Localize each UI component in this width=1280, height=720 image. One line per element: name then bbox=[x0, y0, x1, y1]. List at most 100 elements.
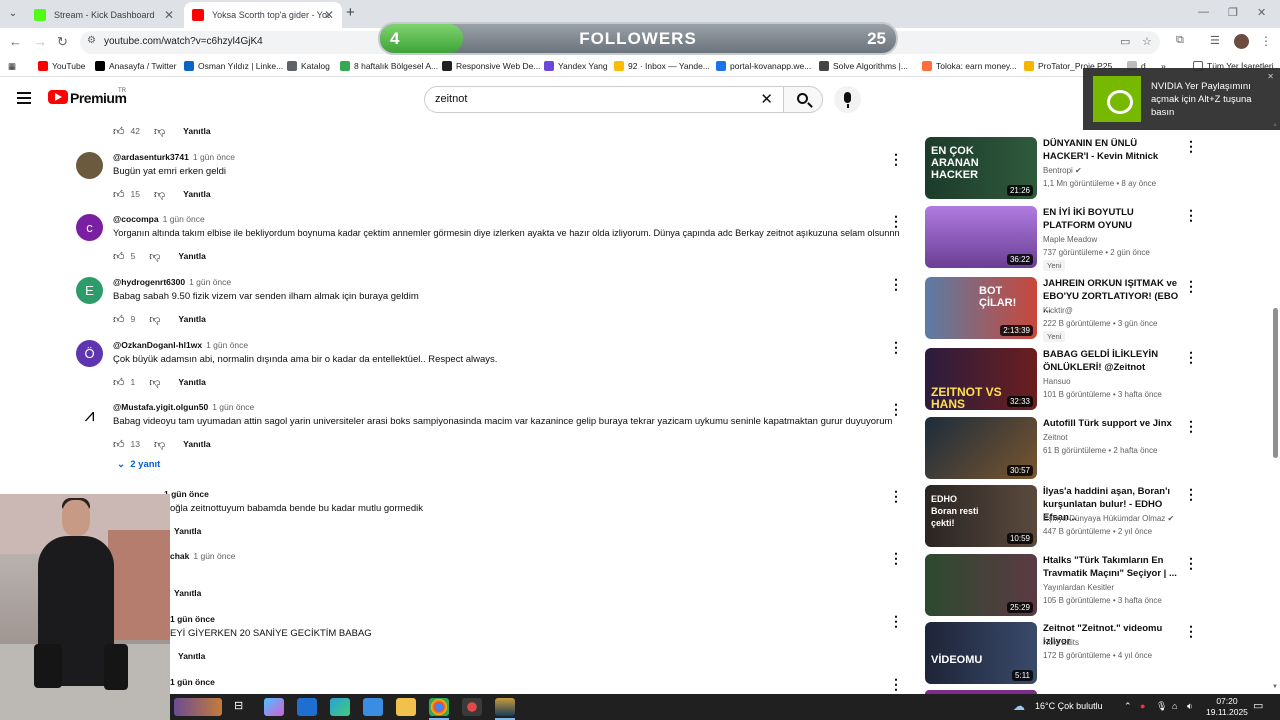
video-menu-icon[interactable]: ⋮ bbox=[1184, 487, 1198, 501]
search-button[interactable] bbox=[783, 86, 823, 113]
comment-menu-icon[interactable]: ⋮ bbox=[889, 277, 903, 291]
comment-menu-icon[interactable]: ⋮ bbox=[889, 402, 903, 416]
video-menu-icon[interactable]: ⋮ bbox=[1184, 350, 1198, 364]
apps-icon[interactable]: ▦ bbox=[8, 61, 16, 72]
avatar[interactable] bbox=[76, 152, 103, 179]
obs-icon[interactable] bbox=[462, 698, 482, 716]
chrome-icon[interactable] bbox=[429, 698, 449, 716]
weather-text[interactable]: 16°C Çok bulutlu bbox=[1035, 701, 1103, 711]
bookmark-item[interactable]: Yandex Yang bbox=[544, 61, 608, 71]
channel-name[interactable]: Yayınlardan Kesitler bbox=[1043, 583, 1114, 592]
dislike-icon[interactable]: 👎︎ bbox=[154, 438, 165, 451]
comment-menu-icon[interactable]: ⋮ bbox=[889, 551, 903, 565]
microphone-icon[interactable]: 🎙︎ bbox=[1156, 701, 1167, 712]
clear-search-icon[interactable]: ✕ bbox=[760, 90, 773, 108]
video-thumbnail[interactable]: ZEITNOT VS HANS 32:33 bbox=[925, 348, 1037, 410]
comment-menu-icon[interactable]: ⋮ bbox=[889, 340, 903, 354]
notifications-icon[interactable]: ▭ bbox=[1253, 699, 1263, 712]
channel-name[interactable]: Bentropi ✔ bbox=[1043, 166, 1082, 175]
recording-icon[interactable]: ● bbox=[1140, 701, 1145, 711]
close-icon[interactable]: ✕ bbox=[324, 8, 334, 22]
bookmark-item[interactable]: Katalog bbox=[287, 61, 330, 71]
video-thumbnail[interactable]: BOT ÇİLAR! 2:13:39 bbox=[925, 277, 1037, 339]
reply-button[interactable]: Yanıtla bbox=[174, 588, 201, 598]
reply-button[interactable]: Yanıtla bbox=[183, 126, 210, 136]
comment-author[interactable]: chak 1 gün önce bbox=[170, 551, 235, 561]
recommended-video[interactable]: VİDEOMU 5:11 Zeitnot "Zeitnot." videomu … bbox=[925, 622, 1198, 684]
video-menu-icon[interactable]: ⋮ bbox=[1184, 139, 1198, 153]
channel-name[interactable]: Eşkıya Dünyaya Hükümdar Olmaz ✔ bbox=[1043, 514, 1174, 523]
bookmark-item[interactable]: YouTube bbox=[38, 61, 85, 71]
widgets-icon[interactable] bbox=[174, 698, 222, 716]
close-icon[interactable]: ✕ bbox=[1267, 72, 1274, 81]
bookmark-item[interactable]: 92 · Inbox — Yande... bbox=[614, 61, 710, 71]
nvidia-overlay-toast[interactable]: NVIDIA Yer Paylaşımını açmak için Alt+Z … bbox=[1083, 68, 1280, 130]
reply-button[interactable]: Yanıtla bbox=[178, 651, 205, 661]
new-tab-button[interactable]: + bbox=[346, 4, 355, 21]
video-menu-icon[interactable]: ⋮ bbox=[1184, 624, 1198, 638]
video-title[interactable]: Autofill Türk support ve Jinx bbox=[1043, 417, 1181, 430]
dislike-icon[interactable]: 👎︎ bbox=[154, 125, 165, 138]
dislike-icon[interactable]: 👎︎ bbox=[149, 313, 160, 326]
video-thumbnail[interactable]: 36:22 bbox=[925, 206, 1037, 268]
recommended-video[interactable]: EDHO Boran resti çekti! 10:59 İlyas'a ha… bbox=[925, 485, 1198, 547]
recommended-video[interactable]: 36:22 EN İYİ İKİ BOYUTLU PLATFORM OYUNU … bbox=[925, 206, 1198, 271]
avatar[interactable]: E bbox=[76, 277, 103, 304]
video-thumbnail[interactable]: EN ÇOK ARANAN HACKER 21:26 bbox=[925, 137, 1037, 199]
video-thumbnail[interactable]: EDHO Boran resti çekti! 10:59 bbox=[925, 485, 1037, 547]
channel-name[interactable]: Noki Edits bbox=[1043, 638, 1079, 647]
volume-icon[interactable]: 🔉︎ bbox=[1187, 701, 1193, 712]
reply-button[interactable]: Yanıtla bbox=[174, 526, 201, 536]
voice-search-icon[interactable] bbox=[834, 86, 861, 113]
tab-kick-dashboard[interactable]: Stream - Kick Dashboard ✕ bbox=[26, 2, 182, 28]
clock[interactable]: 07:20 19.11.2025 bbox=[1206, 696, 1248, 718]
search-box[interactable]: zeitnot ✕ bbox=[424, 86, 784, 113]
install-icon[interactable]: ▭ bbox=[1120, 35, 1130, 48]
bookmark-item[interactable]: portal-kovanapp.we... bbox=[716, 61, 811, 71]
bookmark-item[interactable]: Toloka: earn money... bbox=[922, 61, 1017, 71]
reply-button[interactable]: Yanıtla bbox=[178, 251, 205, 261]
search-input[interactable]: zeitnot bbox=[435, 93, 467, 105]
comment-menu-icon[interactable]: ⋮ bbox=[889, 677, 903, 691]
channel-name[interactable]: Hansuo bbox=[1043, 377, 1071, 386]
file-explorer-icon[interactable] bbox=[396, 698, 416, 716]
recommended-video[interactable]: BOT ÇİLAR! 2:13:39 JAHREIN ORKUN IŞITMAK… bbox=[925, 277, 1198, 342]
bookmark-item[interactable]: 8 haftalık Bölgesel A... bbox=[340, 61, 438, 71]
page-scrollbar[interactable]: ▲ ▼ bbox=[1271, 122, 1280, 694]
task-view-icon[interactable]: ⊟ bbox=[234, 699, 243, 712]
tab-youtube-video[interactable]: Yoksa Scorth top'a gider - YouT ✕ bbox=[184, 2, 342, 28]
video-title[interactable]: BABAG GELDİ İLİKLEYİN ÖNLÜKLERİ! @Zeitno… bbox=[1043, 348, 1181, 374]
comment-author[interactable]: @cocompa 1 gün önce bbox=[113, 214, 205, 224]
profile-avatar[interactable] bbox=[1234, 34, 1249, 49]
browser-menu-icon[interactable]: ⋮ bbox=[1260, 34, 1272, 48]
show-hidden-icons[interactable]: ⌃ bbox=[1124, 701, 1132, 712]
video-title[interactable]: Htalks "Türk Takımların En Travmatik Maç… bbox=[1043, 554, 1181, 580]
like-icon[interactable]: 👍︎ bbox=[113, 125, 125, 138]
outlook-icon[interactable] bbox=[297, 698, 317, 716]
video-menu-icon[interactable]: ⋮ bbox=[1184, 279, 1198, 293]
extensions-icon[interactable]: ⧉ bbox=[1176, 34, 1184, 47]
video-thumbnail[interactable]: VİDEOMU 5:11 bbox=[925, 622, 1037, 684]
video-menu-icon[interactable]: ⋮ bbox=[1184, 208, 1198, 222]
avatar[interactable]: c bbox=[76, 214, 103, 241]
video-thumbnail[interactable]: 25:29 bbox=[925, 554, 1037, 616]
recommended-video[interactable]: EN ÇOK ARANAN HACKER 21:26 DÜNYANIN EN Ü… bbox=[925, 137, 1198, 199]
channel-name[interactable]: Kicktir@ bbox=[1043, 306, 1073, 315]
forward-icon[interactable]: → bbox=[34, 34, 47, 49]
like-icon[interactable]: 👍︎ bbox=[113, 438, 125, 451]
comment-menu-icon[interactable]: ⋮ bbox=[889, 214, 903, 228]
video-thumbnail[interactable]: 30:57 bbox=[925, 417, 1037, 479]
channel-name[interactable]: Maple Meadow bbox=[1043, 235, 1097, 244]
show-replies-button[interactable]: ⌄ 2 yanıt bbox=[117, 459, 160, 470]
like-icon[interactable]: 👍︎ bbox=[113, 250, 125, 263]
scroll-down-icon[interactable]: ▼ bbox=[1272, 684, 1278, 690]
comment-menu-icon[interactable]: ⋮ bbox=[889, 152, 903, 166]
comment-author[interactable]: @OzkanDoganl-hl1wx 1 gün önce bbox=[113, 340, 248, 350]
copilot-icon[interactable] bbox=[264, 698, 284, 716]
comment-author[interactable]: @ardasenturk3741 1 gün önce bbox=[113, 152, 235, 162]
recommended-video[interactable]: 25:29 Htalks "Türk Takımların En Travmat… bbox=[925, 554, 1198, 616]
channel-name[interactable]: Zeitnot bbox=[1043, 433, 1067, 442]
recommended-video[interactable]: ZEITNOT VS HANS 32:33 BABAG GELDİ İLİKLE… bbox=[925, 348, 1198, 410]
youtube-logo-icon[interactable] bbox=[48, 90, 68, 104]
like-icon[interactable]: 👍︎ bbox=[113, 313, 125, 326]
